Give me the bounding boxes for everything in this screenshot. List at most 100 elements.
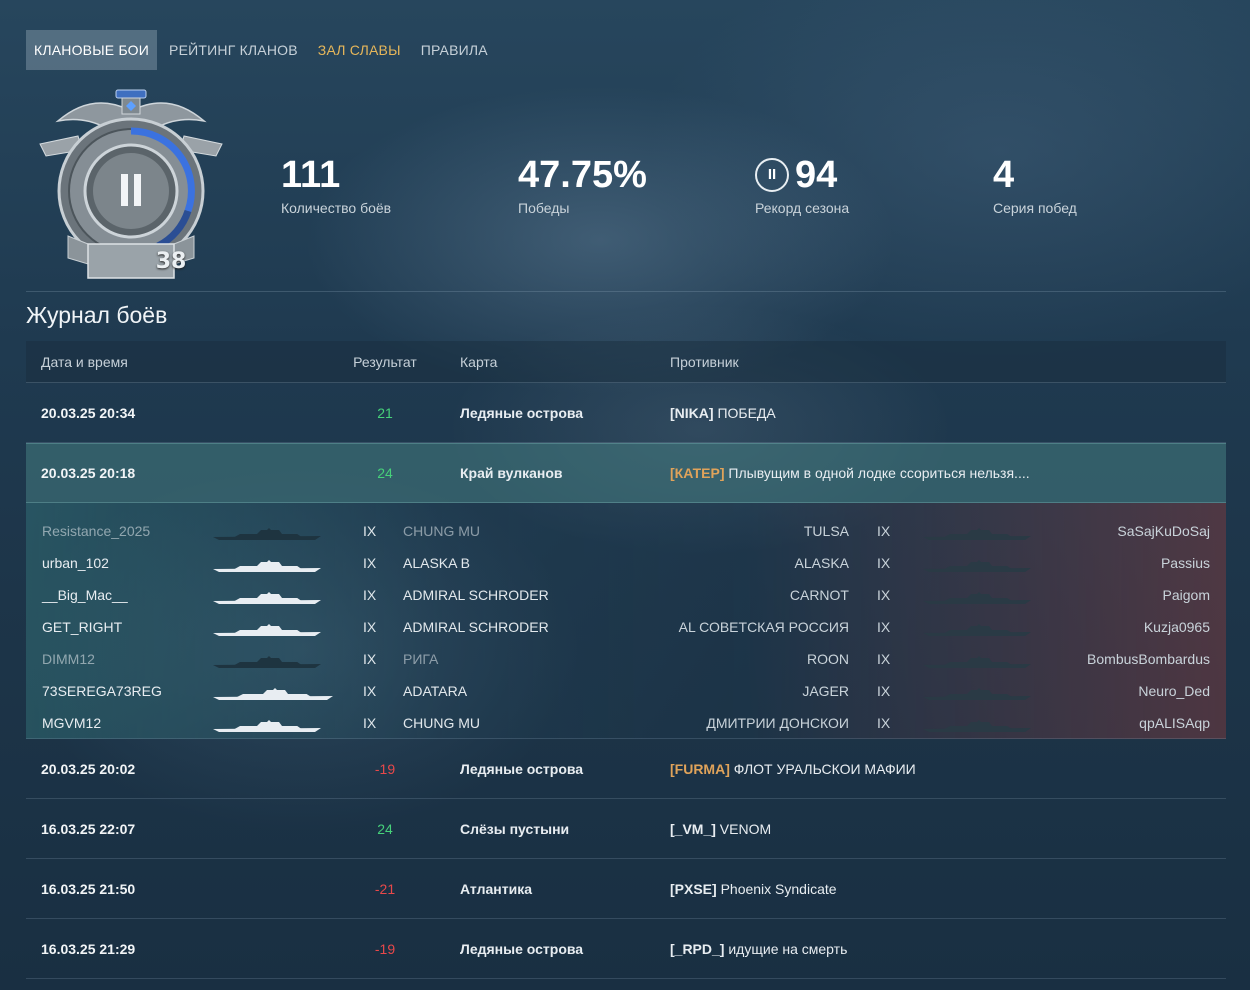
battle-log-title: Журнал боёв <box>26 302 168 328</box>
tab-rules[interactable]: ПРАВИЛА <box>413 30 496 70</box>
ally-ship-name: CHUNG MU <box>403 523 480 539</box>
league-emblem-icon: 38 <box>38 86 224 286</box>
enemy-player-name[interactable]: Neuro_Ded <box>1138 683 1210 699</box>
battle-date: 16.03.25 22:07 <box>41 820 136 837</box>
header-date[interactable]: Дата и время <box>26 354 310 370</box>
enemy-player-name[interactable]: Paigom <box>1163 587 1210 603</box>
clan-name: Плывущим в одной лодке ссориться нельзя.… <box>728 465 1030 481</box>
clan-tag[interactable]: [FURMA] <box>670 761 730 777</box>
ally-ship-tier: IX <box>363 715 377 731</box>
enemy-player-name[interactable]: SaSajKuDoSaj <box>1117 523 1210 539</box>
enemy-ship-icon <box>923 687 1031 704</box>
ally-player-name[interactable]: urban_102 <box>42 555 109 571</box>
ally-player-name[interactable]: DIMM12 <box>42 651 95 667</box>
battle-date: 20.03.25 20:02 <box>41 760 136 777</box>
stat-streak-label: Серия побед <box>993 200 1077 216</box>
stat-battles: 111 Количество боёв <box>281 152 391 216</box>
ally-ship-name: ALASKA B <box>403 555 470 571</box>
team-player-row: DIMM12 IX РИГА ROON IX BombusBombardus <box>26 643 1226 675</box>
header-map[interactable]: Карта <box>460 354 670 370</box>
battle-log-table: Дата и время Результат Карта Противник 2… <box>26 341 1226 979</box>
enemy-ship-tier: IX <box>877 587 891 603</box>
clan-tag[interactable]: [КАТЕР] <box>670 465 725 481</box>
tab-hall-of-fame[interactable]: ЗАЛ СЛАВЫ <box>310 30 409 70</box>
ally-player-name[interactable]: Resistance_2025 <box>42 523 150 539</box>
enemy-ship-name: AL СОВЕТСКАЯ РОССИЯ <box>678 619 849 635</box>
battle-opponent: [PXSE] Phoenix Syndicate <box>670 881 1226 897</box>
ally-ship-tier: IX <box>363 651 377 667</box>
battle-row[interactable]: 16.03.25 21:50 -21 Атлантика [PXSE] Phoenix… <box>26 859 1226 919</box>
enemy-player-name[interactable]: Kuzja0965 <box>1144 619 1210 635</box>
team-player-row: Resistance_2025 IX CHUNG MU TULSA IX SaSajKuD… <box>26 515 1226 547</box>
header-result[interactable]: Результат <box>310 354 460 370</box>
ally-ship-icon <box>213 559 321 576</box>
ally-ship-name: ADATARA <box>403 683 468 699</box>
enemy-ship-icon <box>923 527 1031 544</box>
team-player-row: 73SEREGA73REG IX ADATARA JAGER IX Neuro_Ded <box>26 675 1226 707</box>
ally-ship-icon <box>213 591 321 608</box>
stat-record-label: Рекорд сезона <box>755 200 850 216</box>
ally-player-name[interactable]: 73SEREGA73REG <box>42 683 162 699</box>
battle-result: 24 <box>377 465 393 481</box>
clan-name: ПОБЕДА <box>717 404 776 421</box>
battle-map: Слёзы пустыни <box>460 820 570 837</box>
ally-ship-tier: IX <box>363 523 377 539</box>
ally-player-name[interactable]: GET_RIGHT <box>42 619 122 635</box>
ally-ship-icon <box>213 623 321 640</box>
enemy-ship-icon <box>923 559 1031 576</box>
ally-player-name[interactable]: MGVM12 <box>42 715 101 731</box>
battle-opponent: [КАТЕР] Плывущим в одной лодке ссориться… <box>670 465 1226 481</box>
enemy-ship-icon <box>923 655 1031 672</box>
battle-row[interactable]: 20.03.25 20:18 24 Край вулканов [КАТЕР] Плы… <box>26 443 1226 503</box>
battle-row[interactable]: 20.03.25 20:02 -19 Ледяные острова [FURMA] … <box>26 739 1226 799</box>
ally-ship-icon <box>213 687 333 704</box>
clan-tag[interactable]: [_VM_] <box>670 821 716 837</box>
battle-row[interactable]: 16.03.25 21:29 -19 Ледяные острова [_RPD_] … <box>26 919 1226 979</box>
stat-wins-label: Победы <box>518 200 570 216</box>
battle-map: Ледяные острова <box>460 760 584 777</box>
tab-clan-battles[interactable]: КЛАНОВЫЕ БОИ <box>26 30 158 70</box>
ally-ship-tier: IX <box>363 619 377 635</box>
ally-ship-icon <box>213 655 321 672</box>
enemy-ship-name: ALASKA <box>794 555 849 571</box>
enemy-player-name[interactable]: Passius <box>1161 555 1210 571</box>
ally-ship-name: CHUNG MU <box>403 715 480 731</box>
battle-map: Край вулканов <box>460 465 563 481</box>
tab-clan-ratings[interactable]: РЕЙТИНГ КЛАНОВ <box>161 30 306 70</box>
enemy-ship-name: JAGER <box>802 683 849 699</box>
battle-opponent: [FURMA] ФЛОТ УРАЛЬСКОИ МАФИИ <box>670 761 1226 777</box>
stat-streak-value: 4 <box>993 154 1015 196</box>
header-opponent[interactable]: Противник <box>670 354 1226 370</box>
battle-row[interactable]: 16.03.25 22:07 24 Слёзы пустыни [_VM_] VENO… <box>26 799 1226 859</box>
battle-result: -19 <box>374 760 396 777</box>
battle-result: 24 <box>377 820 393 837</box>
ally-ship-icon <box>213 719 321 736</box>
enemy-ship-name: ROON <box>807 651 849 667</box>
battle-details: Resistance_2025 IX CHUNG MU TULSA IX SaSajKuD… <box>26 503 1226 739</box>
emblem-rating-number: 38 <box>155 249 187 274</box>
enemy-ship-name: TULSA <box>803 523 849 539</box>
ally-ship-name: РИГА <box>403 651 439 667</box>
enemy-player-name[interactable]: qpALISAqp <box>1139 715 1210 731</box>
clan-tag[interactable]: [_RPD_] <box>670 941 724 957</box>
ally-player-name[interactable]: __Big_Mac__ <box>42 587 128 603</box>
clan-name: VENOM <box>719 820 772 837</box>
battle-date: 16.03.25 21:29 <box>41 940 136 957</box>
battle-row[interactable]: 20.03.25 20:34 21 Ледяные острова [NIKA] ПО… <box>26 383 1226 443</box>
clan-tag[interactable]: [PXSE] <box>670 881 717 897</box>
clan-tag[interactable]: [NIKA] <box>670 405 714 421</box>
battle-map: Атлантика <box>460 880 532 897</box>
battle-date: 16.03.25 21:50 <box>41 880 136 897</box>
stat-battles-label: Количество боёв <box>281 200 392 216</box>
battle-opponent: [_RPD_] идущие на смерть <box>670 941 1226 957</box>
stat-record: II 94 Рекорд сезона <box>755 152 849 216</box>
ally-ship-name: ADMIRAL SCHRODER <box>403 587 549 603</box>
battle-result: 21 <box>377 404 393 421</box>
enemy-player-name[interactable]: BombusBombardus <box>1087 651 1210 667</box>
enemy-ship-tier: IX <box>877 651 891 667</box>
ally-ship-name: ADMIRAL SCHRODER <box>403 619 549 635</box>
stat-record-value: 94 <box>795 154 838 196</box>
enemy-ship-icon <box>923 719 1031 736</box>
battle-map: Ледяные острова <box>460 940 584 957</box>
clan-name: ФЛОТ УРАЛЬСКОИ МАФИИ <box>733 760 916 777</box>
